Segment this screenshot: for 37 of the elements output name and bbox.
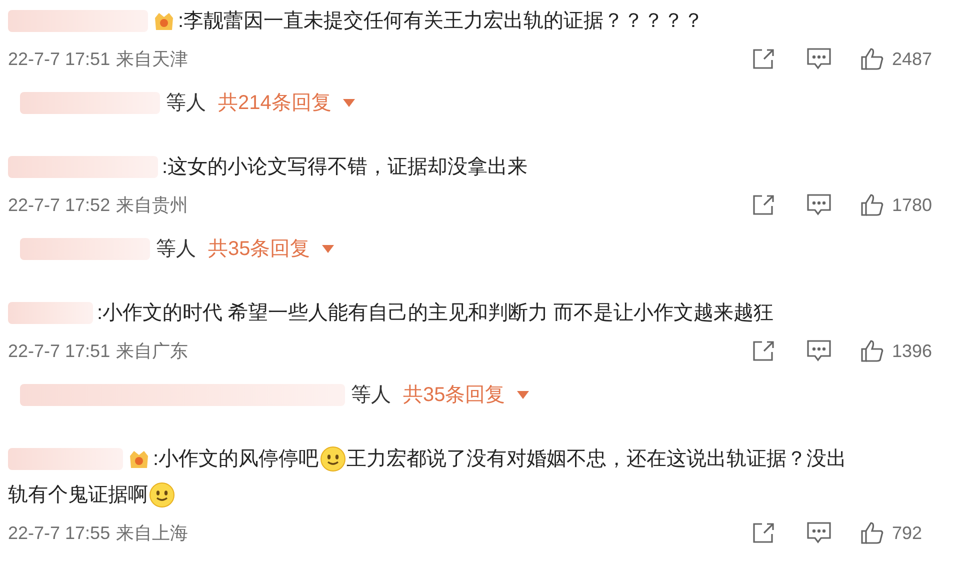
thumbs-up-icon[interactable]	[860, 339, 884, 363]
comment-icon[interactable]	[806, 193, 832, 217]
smiley-emoji-icon	[149, 482, 175, 508]
reply-count-link[interactable]: 共35条回复	[403, 380, 506, 410]
smiley-emoji-icon	[320, 446, 346, 472]
like-count: 1780	[892, 194, 934, 216]
comment-text: :这女的小论文写得不错，证据却没拿出来	[162, 155, 528, 180]
comment-icon[interactable]	[806, 521, 832, 545]
reply-users-text: 等人	[166, 91, 206, 116]
like-count: 792	[892, 522, 924, 544]
thumbs-up-icon[interactable]	[860, 521, 884, 545]
comment-time: 22-7-7 17:55	[8, 522, 110, 544]
comment-text: :李靓蕾因一直未提交任何有关王力宏出轨的证据？？？？？	[178, 9, 704, 34]
caret-down-icon[interactable]	[343, 99, 356, 107]
comment-location: 来自天津	[116, 48, 188, 70]
comment-text: :小作文的时代 希望一些人能有自己的主见和判断力 而不是让小作文越来越狂	[97, 301, 774, 326]
caret-down-icon[interactable]	[322, 245, 334, 253]
thumbs-up-icon[interactable]	[860, 47, 884, 71]
like-count: 2487	[892, 48, 934, 70]
comment-text: :小作文的风停停吧	[153, 447, 319, 472]
comment-text: 轨有个鬼证据啊	[8, 483, 148, 508]
comment-location: 来自广东	[116, 340, 188, 362]
like-count: 1396	[892, 340, 934, 362]
thumbs-up-icon[interactable]	[860, 193, 884, 217]
comment-text: 王力宏都说了没有对婚姻不忠，还在这说出轨证据？没出	[346, 447, 847, 472]
reply-count-link[interactable]: 共35条回复	[208, 234, 310, 264]
reply-users-text: 等人	[351, 383, 391, 408]
comment-icon[interactable]	[806, 339, 832, 363]
comment-time: 22-7-7 17:51	[8, 340, 110, 362]
comment-time: 22-7-7 17:52	[8, 194, 110, 216]
comment-location: 来自贵州	[116, 194, 188, 216]
comment-time: 22-7-7 17:51	[8, 48, 110, 70]
comment-icon[interactable]	[806, 47, 832, 71]
reply-users-text: 等人	[156, 237, 196, 262]
caret-down-icon[interactable]	[517, 391, 530, 399]
reply-count-link[interactable]: 共214条回复	[218, 88, 332, 118]
comment-location: 来自上海	[116, 522, 188, 544]
